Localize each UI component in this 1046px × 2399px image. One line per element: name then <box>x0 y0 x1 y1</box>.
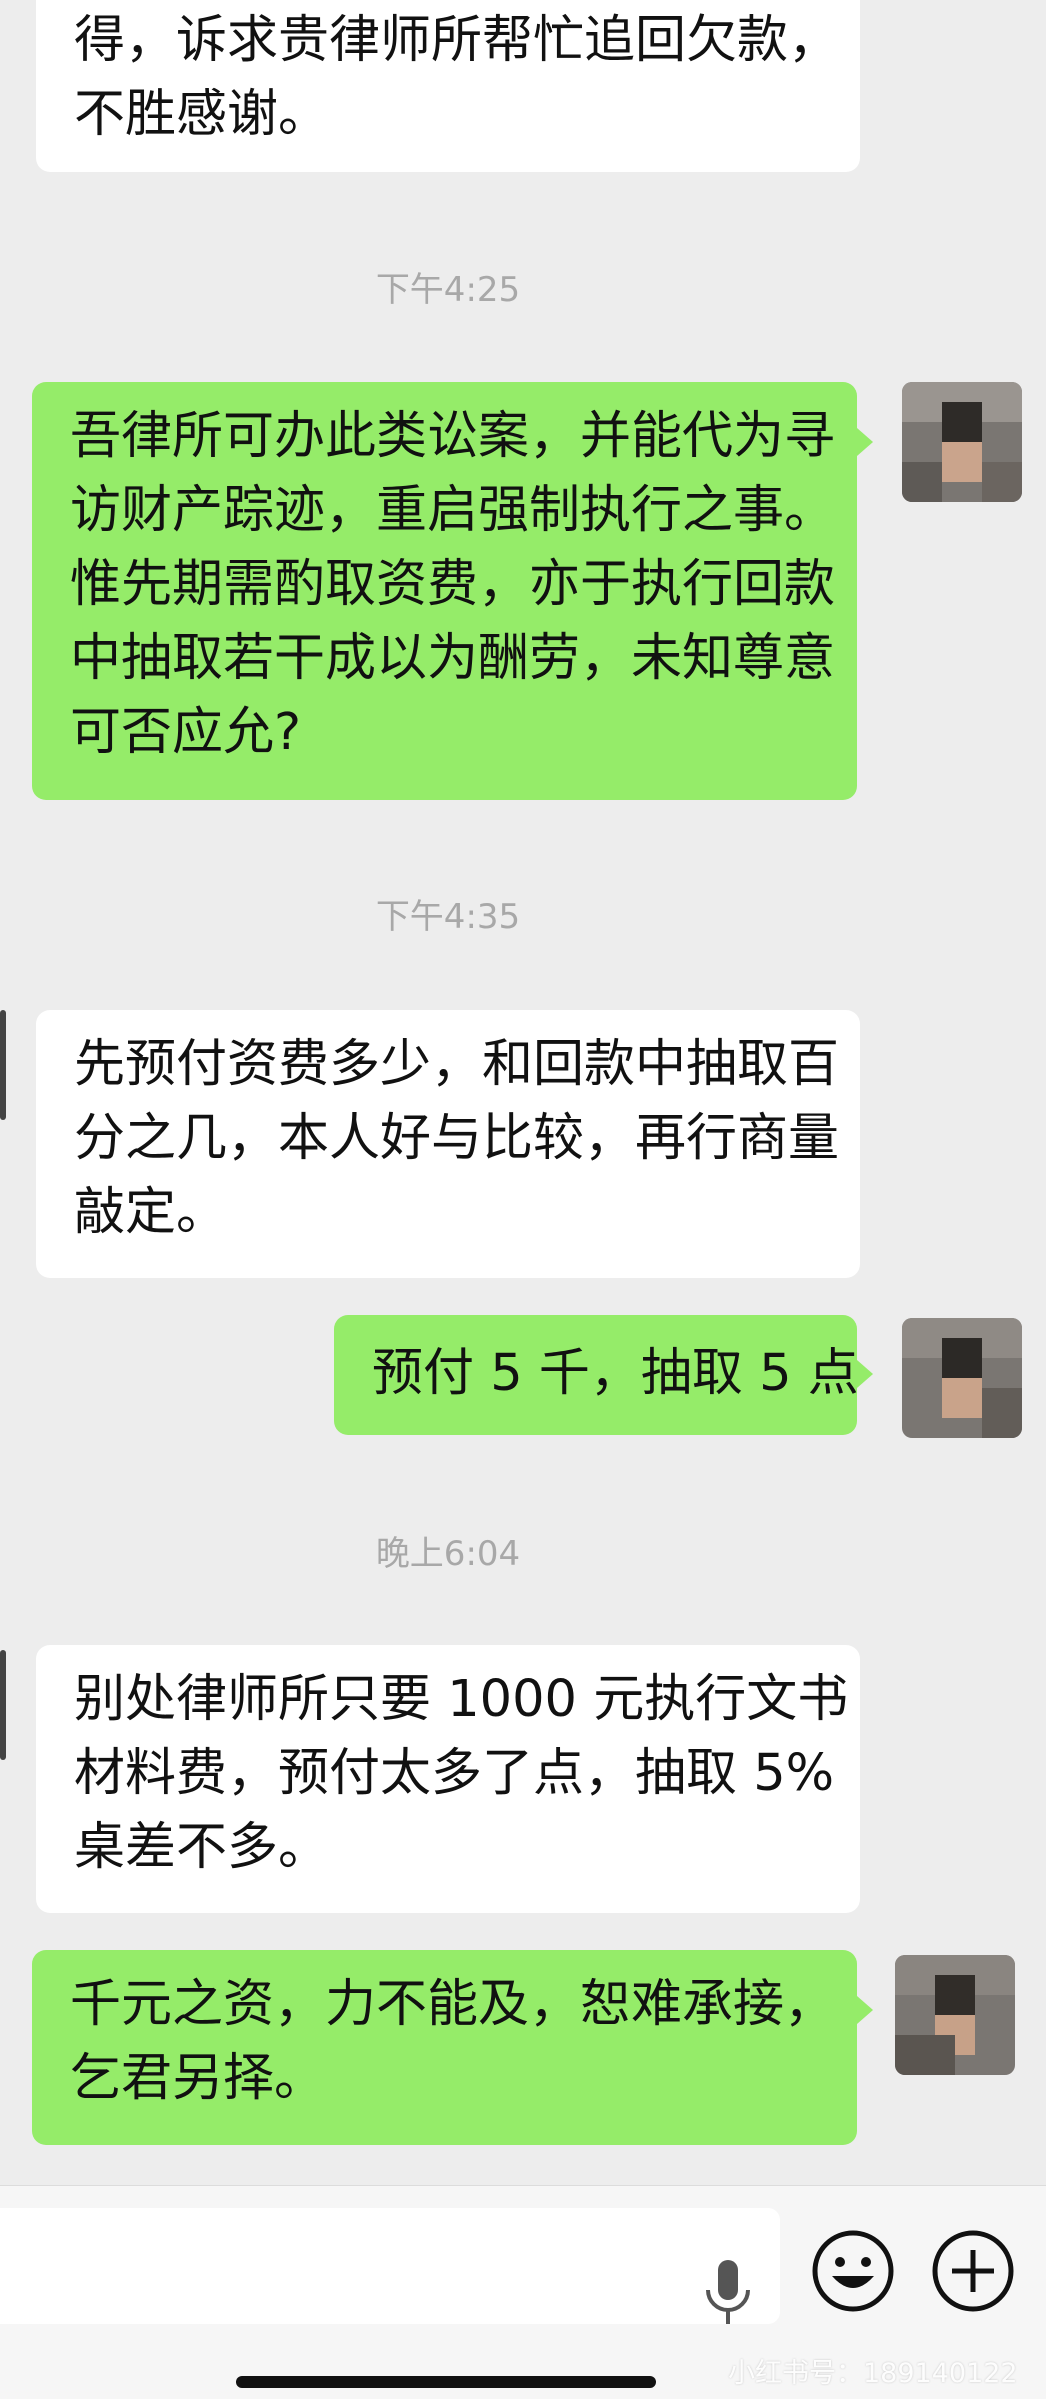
message-bubble-outgoing[interactable]: 吾律所可办此类讼案，并能代为寻 访财产踪迹，重启强制执行之事。 惟先期需酌取资费… <box>32 382 857 800</box>
message-text: 访财产踪迹，重启强制执行之事。 <box>70 481 836 540</box>
home-indicator[interactable] <box>236 2376 656 2388</box>
emoji-icon[interactable] <box>810 2228 896 2314</box>
message-text: 别处律师所只要 1000 元执行文书 <box>74 1670 849 1729</box>
chat-area[interactable]: 得，诉求贵律师所帮忙追回欠款， 不胜感谢。 下午4:25 吾律所可办此类讼案，并… <box>0 0 1046 2185</box>
message-text: 桌差不多。 <box>74 1818 330 1877</box>
avatar[interactable] <box>895 1955 1015 2075</box>
avatar[interactable] <box>902 382 1022 502</box>
message-text: 得，诉求贵律师所帮忙追回欠款， <box>74 11 840 70</box>
message-text: 不胜感谢。 <box>74 85 330 144</box>
bubble-tail <box>857 1996 873 2024</box>
message-text: 先预付资费多少，和回款中抽取百 <box>74 1035 840 1094</box>
message-input[interactable] <box>0 2208 780 2324</box>
message-bubble-incoming[interactable]: 先预付资费多少，和回款中抽取百 分之几，本人好与比较，再行商量 敲定。 <box>36 1010 860 1278</box>
microphone-icon[interactable] <box>698 2258 758 2328</box>
message-text: 材料费，预付太多了点，抽取 5% <box>74 1744 835 1803</box>
screen-edge-marker <box>0 1010 6 1120</box>
bubble-tail <box>857 1360 873 1388</box>
avatar[interactable] <box>902 1318 1022 1438</box>
timestamp: 下午4:25 <box>375 270 521 310</box>
message-text: 中抽取若干成以为酬劳，未知尊意 <box>70 629 836 688</box>
input-bar: 小红书号：189140122 <box>0 2185 1046 2399</box>
message-text: 惟先期需酌取资费，亦于执行回款 <box>70 555 836 614</box>
message-bubble-outgoing[interactable]: 千元之资，力不能及，恕难承接， 乞君另择。 <box>32 1950 857 2145</box>
message-text: 乞君另择。 <box>70 2049 326 2108</box>
message-text: 千元之资，力不能及，恕难承接， <box>70 1975 836 2034</box>
plus-icon[interactable] <box>930 2228 1016 2314</box>
message-bubble-incoming[interactable]: 别处律师所只要 1000 元执行文书 材料费，预付太多了点，抽取 5% 桌差不多… <box>36 1645 860 1913</box>
message-text: 敲定。 <box>74 1183 228 1242</box>
message-bubble-outgoing[interactable]: 预付 5 千，抽取 5 点 <box>334 1315 859 1435</box>
timestamp: 晚上6:04 <box>375 1534 521 1574</box>
message-text: 可否应允? <box>70 703 302 762</box>
message-text: 预付 5 千，抽取 5 点 <box>372 1344 859 1403</box>
screen-edge-marker <box>0 1650 6 1760</box>
message-text: 分之几，本人好与比较，再行商量 <box>74 1109 840 1168</box>
message-text: 吾律所可办此类讼案，并能代为寻 <box>70 407 836 466</box>
watermark: 小红书号：189140122 <box>728 2358 1018 2389</box>
message-bubble-incoming[interactable]: 得，诉求贵律师所帮忙追回欠款， 不胜感谢。 <box>36 0 860 172</box>
bubble-tail <box>857 428 873 456</box>
timestamp: 下午4:35 <box>375 897 521 937</box>
